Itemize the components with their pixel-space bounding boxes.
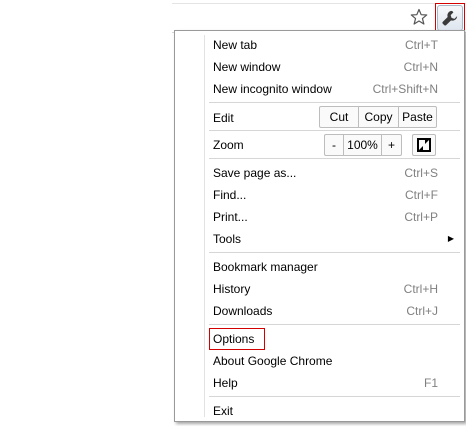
- wrench-button-face: [437, 5, 463, 31]
- menu-item-label: About Google Chrome: [213, 354, 333, 368]
- menu-item-history[interactable]: History Ctrl+H: [213, 279, 438, 299]
- menu-item-label: Exit: [213, 404, 234, 418]
- menu-item-save-page-as[interactable]: Save page as... Ctrl+S: [213, 163, 438, 183]
- menu-item-shortcut: Ctrl+Shift+N: [372, 82, 438, 96]
- zoom-out-button[interactable]: -: [325, 135, 343, 155]
- zoom-control: - 100% +: [324, 134, 402, 156]
- wrench-icon: [442, 10, 458, 26]
- edit-button-group: Cut Copy Paste: [319, 106, 437, 128]
- options-highlight-box: [209, 328, 265, 350]
- menu-item-bookmark-manager[interactable]: Bookmark manager: [213, 257, 438, 277]
- menu-item-shortcut: Ctrl+S: [404, 166, 438, 180]
- menu-item-label: New tab: [213, 38, 258, 52]
- zoom-in-button[interactable]: +: [381, 135, 401, 155]
- menu-separator: [209, 158, 460, 159]
- menu-item-new-window[interactable]: New window Ctrl+N: [213, 57, 438, 77]
- menu-item-label: History: [213, 282, 251, 296]
- star-icon: [410, 8, 428, 25]
- menu-separator: [209, 396, 460, 397]
- menu-item-label: Edit: [213, 111, 234, 125]
- wrench-dropdown-menu: New tab Ctrl+T New window Ctrl+N New inc…: [174, 30, 465, 422]
- fullscreen-button[interactable]: [412, 134, 436, 156]
- menu-item-new-tab[interactable]: New tab Ctrl+T: [213, 35, 438, 55]
- wrench-menu-button[interactable]: [435, 3, 465, 33]
- menu-item-shortcut: Ctrl+F: [405, 188, 438, 202]
- menu-item-find[interactable]: Find... Ctrl+F: [213, 185, 438, 205]
- menu-item-shortcut: Ctrl+N: [403, 60, 438, 74]
- menu-item-label: New incognito window: [213, 82, 332, 96]
- menu-item-label: Tools: [213, 232, 242, 246]
- menu-item-label: New window: [213, 60, 281, 74]
- menu-item-help[interactable]: Help F1: [213, 373, 438, 393]
- menu-separator: [209, 102, 460, 103]
- bookmark-star-button[interactable]: [406, 5, 432, 29]
- menu-item-shortcut: Ctrl+H: [403, 282, 438, 296]
- paste-button[interactable]: Paste: [398, 107, 436, 127]
- menu-item-label: Find...: [213, 188, 247, 202]
- menu-item-label: Downloads: [213, 304, 273, 318]
- menu-item-exit[interactable]: Exit: [213, 401, 438, 421]
- menu-item-shortcut: Ctrl+J: [406, 304, 438, 318]
- menu-item-new-incognito-window[interactable]: New incognito window Ctrl+Shift+N: [213, 79, 438, 99]
- menu-item-label: Print...: [213, 210, 248, 224]
- menu-item-label: Bookmark manager: [213, 260, 318, 274]
- submenu-arrow-icon: ▶: [447, 234, 454, 243]
- menu-item-downloads[interactable]: Downloads Ctrl+J: [213, 301, 438, 321]
- fullscreen-icon: [417, 138, 431, 152]
- menu-item-label: Zoom: [213, 138, 244, 152]
- cut-button[interactable]: Cut: [320, 107, 358, 127]
- menu-item-label: Help: [213, 376, 238, 390]
- menu-item-tools[interactable]: Tools ▶: [213, 229, 454, 249]
- zoom-level: 100%: [343, 135, 381, 155]
- menu-item-print[interactable]: Print... Ctrl+P: [213, 207, 438, 227]
- menu-item-shortcut: F1: [423, 376, 438, 390]
- menu-separator: [209, 324, 460, 325]
- menu-separator: [209, 130, 460, 131]
- menu-item-shortcut: Ctrl+T: [405, 38, 438, 52]
- menu-item-about-google-chrome[interactable]: About Google Chrome: [213, 351, 438, 371]
- menu-item-label: Save page as...: [213, 166, 297, 180]
- menu-separator: [209, 252, 460, 253]
- menu-item-shortcut: Ctrl+P: [404, 210, 438, 224]
- copy-button[interactable]: Copy: [358, 107, 398, 127]
